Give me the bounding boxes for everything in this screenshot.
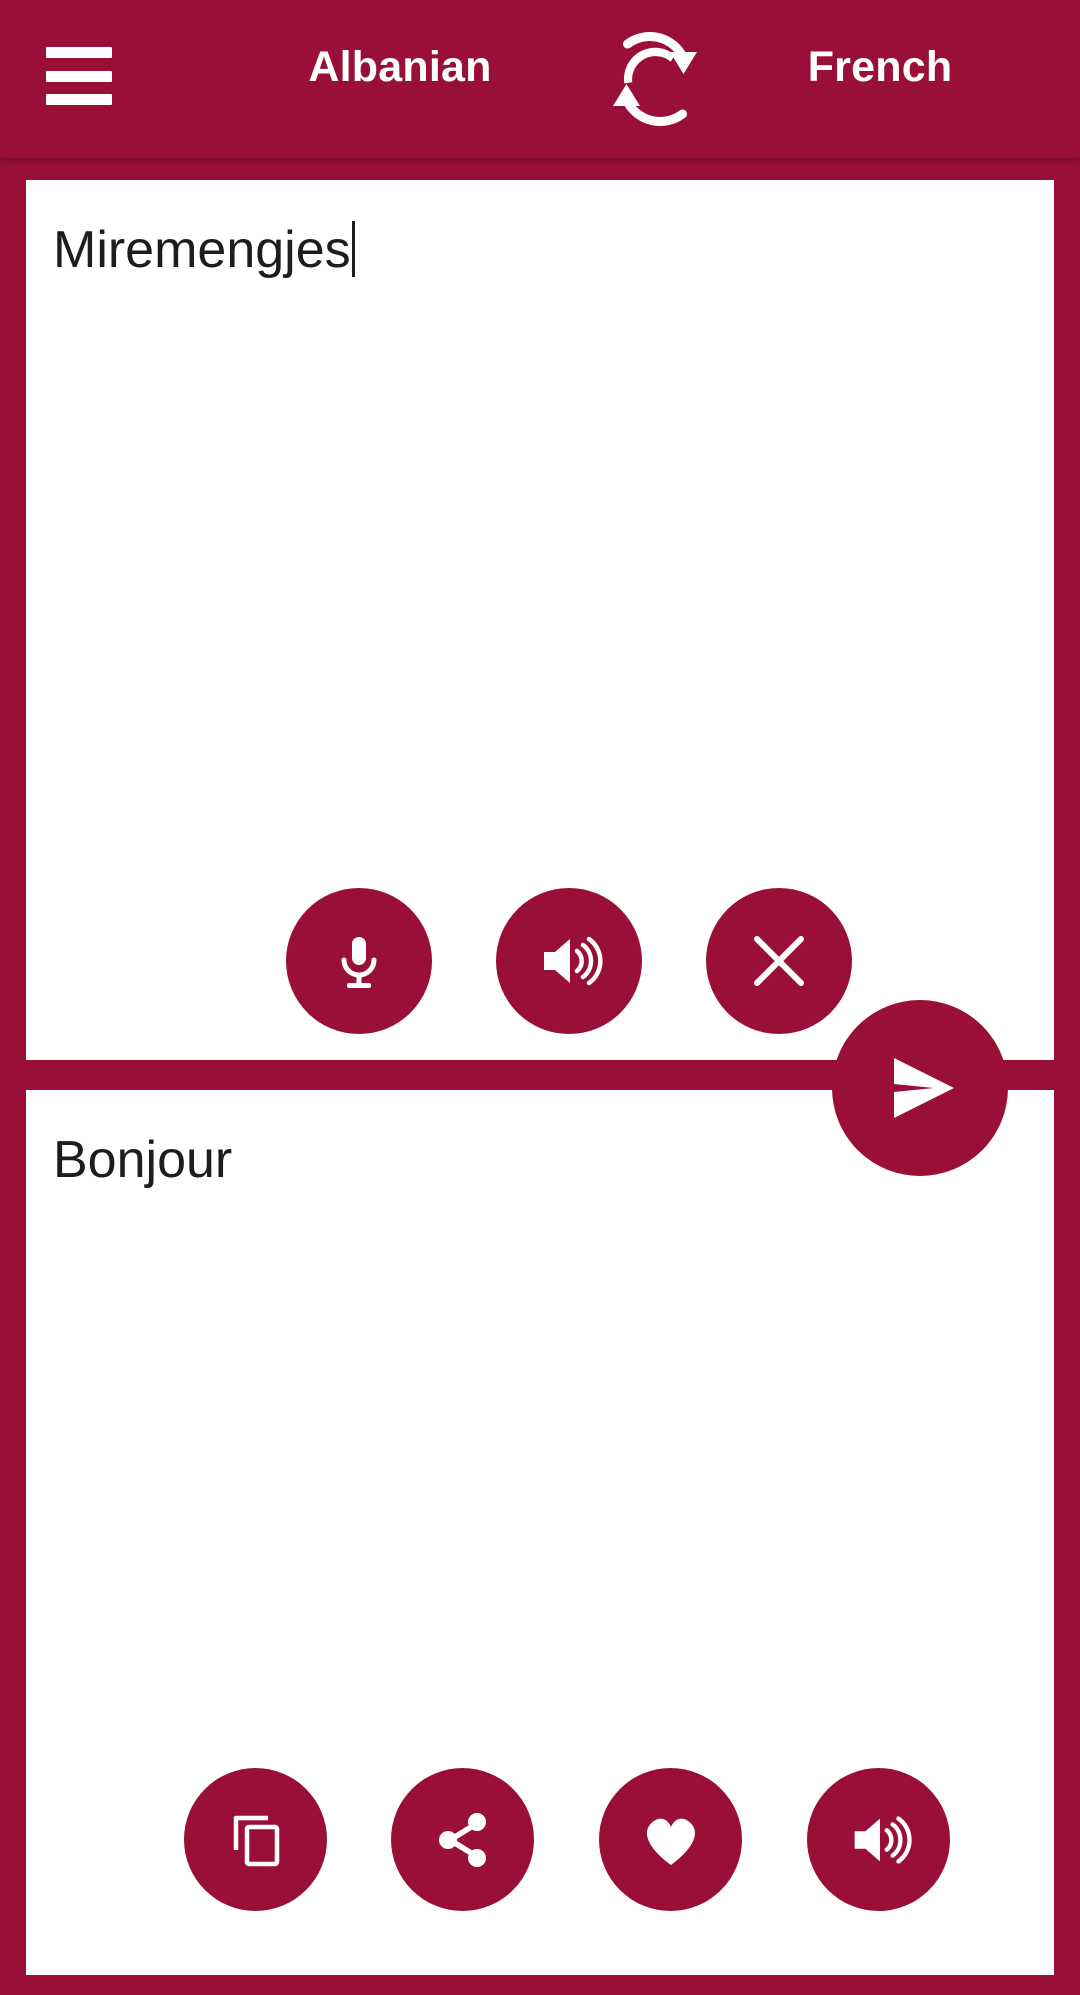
source-text-value: Miremengjes <box>53 221 351 279</box>
send-icon <box>894 1058 954 1118</box>
microphone-icon <box>341 937 377 988</box>
translated-text-panel: Bonjour <box>26 1090 1054 1975</box>
share-icon <box>438 1812 486 1867</box>
app-header: Albanian French <box>0 0 1080 158</box>
hamburger-menu-icon[interactable] <box>46 47 112 105</box>
clear-text-button[interactable] <box>706 888 852 1034</box>
menu-bar-2 <box>46 70 112 82</box>
source-text-panel: Miremengjes <box>26 180 1054 1060</box>
source-language-selector[interactable]: Albanian <box>230 43 570 92</box>
favorite-button[interactable] <box>599 1768 742 1911</box>
speak-translation-button[interactable] <box>807 1768 950 1911</box>
share-button[interactable] <box>391 1768 534 1911</box>
copy-button[interactable] <box>184 1768 327 1911</box>
source-text-area[interactable]: Miremengjes <box>53 221 1027 279</box>
microphone-button[interactable] <box>286 888 432 1034</box>
close-icon <box>754 936 804 986</box>
send-button[interactable] <box>832 1000 1008 1176</box>
heart-icon <box>646 1818 695 1865</box>
speaker-icon <box>854 1815 912 1864</box>
copy-icon <box>233 1815 279 1866</box>
text-caret <box>351 221 355 277</box>
target-language-selector[interactable]: French <box>730 43 1030 92</box>
menu-bar-3 <box>46 94 112 105</box>
speaker-icon <box>544 936 603 986</box>
swap-languages-icon[interactable] <box>600 32 710 126</box>
speak-source-button[interactable] <box>496 888 642 1034</box>
menu-bar-1 <box>46 47 112 58</box>
